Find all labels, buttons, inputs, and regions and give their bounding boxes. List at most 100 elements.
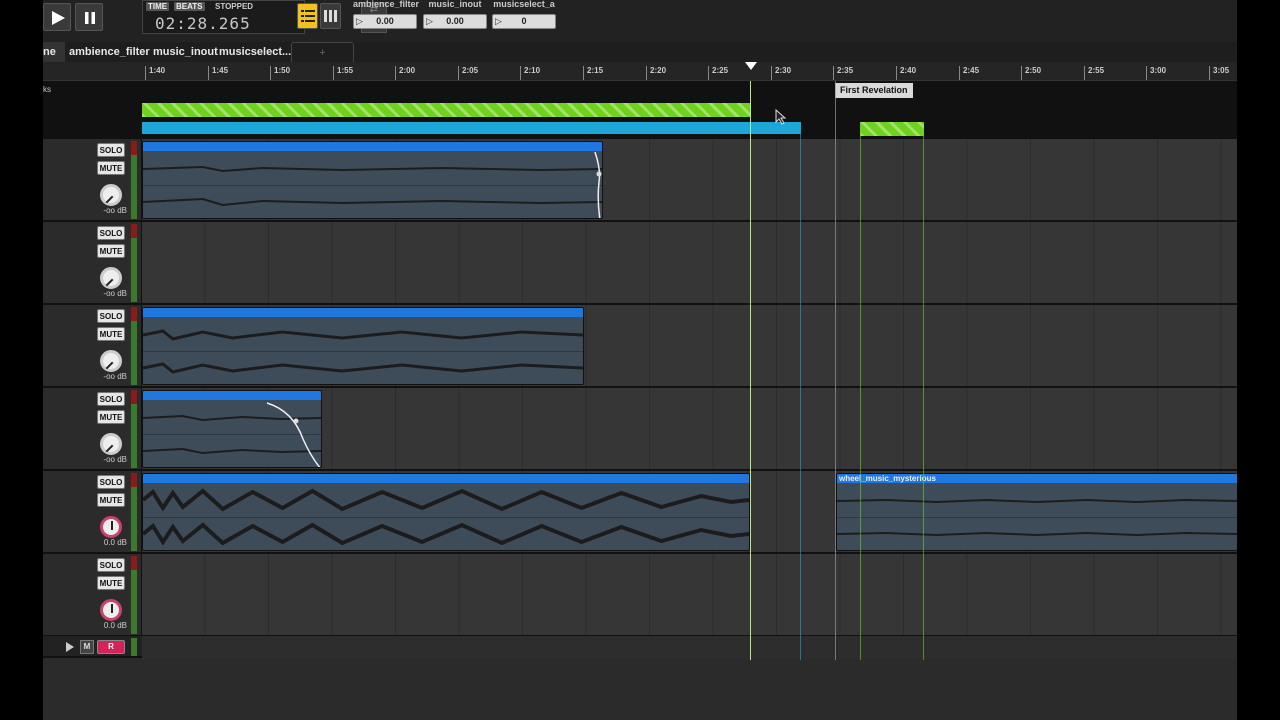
volume-knob[interactable]	[100, 516, 122, 538]
solo-button[interactable]: SOLO	[97, 226, 125, 240]
audio-track: SOLO MUTE -oo dB	[43, 305, 1237, 388]
waveform	[837, 498, 1237, 504]
mute-button[interactable]: MUTE	[97, 244, 125, 258]
ruler-tick: 2:45	[959, 66, 979, 80]
level-meter	[131, 473, 137, 551]
mute-button[interactable]: MUTE	[97, 410, 125, 424]
parameter-name: musicselect_a	[493, 0, 555, 9]
play-icon	[52, 11, 65, 25]
region-start-line	[860, 130, 861, 660]
fade-out-curve[interactable]	[589, 150, 603, 219]
audio-clip[interactable]	[142, 473, 750, 551]
fmod-studio-window: TIME BEATS STOPPED 02:28.265 ⇄ → ambienc…	[43, 0, 1237, 720]
parameter-name: music_inout	[428, 0, 482, 9]
level-meter	[131, 307, 137, 385]
tab-music-inout[interactable]: music_inout	[149, 42, 218, 62]
volume-db: -oo dB	[103, 455, 127, 464]
clip-header	[143, 142, 602, 151]
ruler-tick: 2:35	[833, 66, 853, 80]
transition-region-green[interactable]	[860, 122, 924, 136]
track-lane[interactable]	[142, 388, 1237, 469]
timeline-ruler[interactable]: 1:40 1:45 1:50 1:55 2:00 2:05 2:10 2:15 …	[43, 62, 1237, 81]
track-lane[interactable]	[142, 222, 1237, 303]
columns-icon	[324, 10, 337, 22]
solo-button[interactable]: SOLO	[97, 475, 125, 489]
transport-status: STOPPED	[215, 2, 254, 11]
ruler-tick: 1:45	[208, 66, 228, 80]
mute-button[interactable]: MUTE	[97, 161, 125, 175]
list-view-button[interactable]	[297, 3, 318, 29]
beats-mode-label[interactable]: BEATS	[174, 2, 205, 11]
master-record-button[interactable]: R	[97, 640, 125, 654]
mute-button[interactable]: MUTE	[97, 327, 125, 341]
volume-db: 0.0 dB	[103, 621, 127, 630]
volume-db: -oo dB	[103, 289, 127, 298]
marker-first-revelation[interactable]: First Revelation	[835, 83, 913, 98]
solo-button[interactable]: SOLO	[97, 143, 125, 157]
time-mode-label[interactable]: TIME	[146, 2, 170, 11]
volume-knob[interactable]	[100, 350, 122, 372]
region-end-line	[800, 130, 801, 660]
volume-knob[interactable]	[100, 267, 122, 289]
time-value: 02:28.265	[155, 14, 251, 33]
level-meter	[131, 638, 137, 656]
ruler-tick: 2:50	[1021, 66, 1041, 80]
tab-timeline[interactable]: ne	[43, 42, 65, 62]
ruler-tick: 2:25	[708, 66, 728, 80]
mouse-cursor-icon	[775, 109, 787, 125]
level-meter	[131, 141, 137, 219]
audio-clip[interactable]	[142, 390, 322, 468]
mute-button[interactable]: MUTE	[97, 576, 125, 590]
parameter-value: 0.00	[446, 16, 464, 26]
waveform	[143, 488, 749, 512]
audio-track: SOLO MUTE 0.0 dB	[43, 554, 1237, 637]
ruler-tick: 2:00	[395, 66, 415, 80]
parameter-ambience-filter[interactable]: ambience_filter ▷ 0.00	[353, 0, 420, 30]
volume-db: -oo dB	[103, 206, 127, 215]
waveform	[143, 329, 583, 341]
tab-musicselect[interactable]: musicselect...	[215, 42, 291, 62]
waveform	[837, 531, 1237, 537]
fade-out-curve[interactable]	[263, 399, 322, 468]
play-button[interactable]	[43, 3, 71, 31]
add-tab-button[interactable]: +	[291, 42, 354, 62]
track-lane[interactable]	[142, 305, 1237, 386]
parameter-musicselect-a[interactable]: musicselect_a ▷ 0	[492, 0, 556, 30]
volume-knob[interactable]	[100, 184, 122, 206]
tab-ambience-filter[interactable]: ambience_filter	[65, 42, 150, 62]
transition-region[interactable]	[142, 122, 801, 134]
audio-track: SOLO MUTE 0.0 dB wheel_music_mysterious	[43, 471, 1237, 554]
volume-knob[interactable]	[100, 599, 122, 621]
parameter-value: 0	[521, 16, 527, 26]
ruler-tick: 1:55	[333, 66, 353, 80]
volume-knob[interactable]	[100, 433, 122, 455]
pause-button[interactable]	[75, 3, 103, 31]
parameter-name: ambience_filter	[353, 0, 420, 9]
solo-button[interactable]: SOLO	[97, 558, 125, 572]
solo-button[interactable]: SOLO	[97, 392, 125, 406]
track-header: SOLO MUTE -oo dB	[43, 139, 142, 220]
mute-button[interactable]: MUTE	[97, 493, 125, 507]
waveform	[143, 197, 602, 207]
track-lane[interactable]	[142, 139, 1237, 220]
ruler-tick: 1:50	[270, 66, 290, 80]
logic-tracks: ks First Revelation	[43, 81, 1237, 139]
pause-icon	[85, 12, 95, 24]
audio-clip[interactable]	[142, 141, 603, 219]
playhead-handle-icon[interactable]	[745, 62, 757, 70]
expand-arrow-icon[interactable]	[66, 642, 74, 652]
parameter-value: 0.00	[376, 16, 394, 26]
clip-header	[143, 308, 583, 317]
solo-button[interactable]: SOLO	[97, 309, 125, 323]
master-mute-button[interactable]: M	[80, 640, 94, 654]
track-lane[interactable]	[142, 554, 1237, 635]
track-lane[interactable]: wheel_music_mysterious	[142, 471, 1237, 552]
loop-region[interactable]	[142, 103, 750, 117]
empty-area	[43, 660, 1237, 720]
audio-clip-wheel-music-mysterious[interactable]: wheel_music_mysterious	[836, 473, 1237, 551]
audio-clip[interactable]	[142, 307, 584, 385]
ruler-tick: 2:55	[1084, 66, 1104, 80]
parameter-music-inout[interactable]: music_inout ▷ 0.00	[423, 0, 487, 30]
ruler-tick: 2:40	[896, 66, 916, 80]
mixer-view-button[interactable]	[320, 3, 341, 29]
